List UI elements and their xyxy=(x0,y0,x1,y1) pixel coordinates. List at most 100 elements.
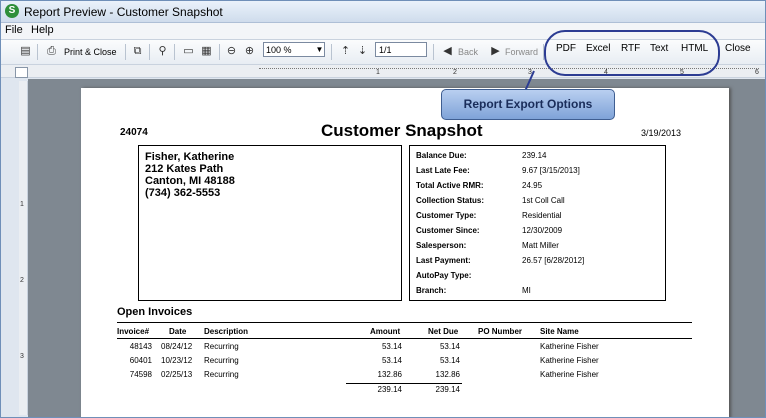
info-value: 24.95 xyxy=(522,181,543,190)
info-label: Collection Status: xyxy=(416,196,485,205)
table-cell: 132.86 xyxy=(377,370,402,379)
menu-file[interactable]: File xyxy=(5,24,23,36)
menu-help[interactable]: Help xyxy=(31,24,54,36)
table-cell: 74598 xyxy=(129,370,152,379)
table-cell: 10/23/12 xyxy=(161,356,193,365)
table-cell: 48143 xyxy=(129,342,152,351)
table-cell: 02/25/13 xyxy=(161,370,193,379)
column-header: PO Number xyxy=(478,327,523,336)
address-city: Canton, MI 48188 xyxy=(145,175,235,187)
zoom-in-icon[interactable]: ⊕ xyxy=(243,45,256,58)
print-close-button[interactable]: Print & Close xyxy=(64,45,117,59)
ruler-corner xyxy=(15,67,28,78)
forward-icon[interactable]: ▶ xyxy=(489,45,502,58)
page-number-input[interactable]: 1/1 xyxy=(375,42,427,57)
info-value: Matt Miller xyxy=(522,241,559,250)
table-cell: Recurring xyxy=(204,342,239,351)
multi-page-icon[interactable]: ▦ xyxy=(200,45,213,58)
address-street: 212 Kates Path xyxy=(145,163,224,175)
export-options-callout: Report Export Options xyxy=(441,89,615,120)
table-cell: 60401 xyxy=(129,356,152,365)
toolbar-separator xyxy=(331,44,332,60)
info-label: Total Active RMR: xyxy=(416,181,484,190)
find-binoculars-icon[interactable]: ⚲ xyxy=(156,45,169,58)
ruler-tick-label: 2 xyxy=(20,277,24,284)
back-button[interactable]: Back xyxy=(458,45,478,59)
table-cell: Recurring xyxy=(204,356,239,365)
account-info-box: Balance Due: 239.14 Last Late Fee: 9.67 … xyxy=(409,145,666,301)
info-label: Customer Since: xyxy=(416,226,480,235)
info-value: 9.67 [3/15/2013] xyxy=(522,166,580,175)
info-value: 1st Coll Call xyxy=(522,196,565,205)
section-divider xyxy=(117,322,692,323)
back-icon[interactable]: ◀ xyxy=(441,45,454,58)
app-logo-icon: S xyxy=(5,4,19,18)
ruler-tick-label: 2 xyxy=(453,69,457,76)
customer-name: Fisher, Katherine xyxy=(145,151,235,163)
printer-icon[interactable]: ⎙ xyxy=(45,45,58,58)
info-value: 12/30/2009 xyxy=(522,226,563,235)
toolbar-separator xyxy=(125,44,126,60)
previous-page-icon[interactable]: ⇡ xyxy=(339,45,352,58)
column-header: Amount xyxy=(370,327,401,336)
export-options-highlight xyxy=(544,30,720,76)
chevron-down-icon[interactable]: ▼ xyxy=(314,43,325,56)
toolbar-separator xyxy=(219,44,220,60)
table-cell: Recurring xyxy=(204,370,239,379)
address-box: Fisher, Katherine 212 Kates Path Canton,… xyxy=(138,145,402,301)
customer-id: 24074 xyxy=(120,127,148,138)
report-preview-window: S Report Preview - Customer Snapshot Fil… xyxy=(0,0,766,418)
table-cell: 08/24/12 xyxy=(161,342,193,351)
vertical-ruler: 1 2 3 xyxy=(19,81,28,415)
single-page-icon[interactable]: ▭ xyxy=(182,45,195,58)
table-cell: 53.14 xyxy=(381,356,402,365)
column-header: Net Due xyxy=(428,327,459,336)
report-title: Customer Snapshot xyxy=(321,121,483,140)
info-label: Branch: xyxy=(416,286,447,295)
table-cell: Katherine Fisher xyxy=(540,370,599,379)
table-cell: 53.14 xyxy=(381,342,402,351)
ruler-tick-label: 1 xyxy=(376,69,380,76)
close-button[interactable]: Close xyxy=(725,43,751,54)
report-date: 3/19/2013 xyxy=(641,128,682,138)
info-value: 239.14 xyxy=(522,151,547,160)
window-title: Report Preview - Customer Snapshot xyxy=(24,5,223,19)
next-page-icon[interactable]: ⇣ xyxy=(356,45,369,58)
column-header: Date xyxy=(169,327,187,336)
table-cell: 53.14 xyxy=(439,356,460,365)
table-cell: 132.86 xyxy=(435,370,460,379)
totals-divider xyxy=(346,383,462,384)
toolbar-separator xyxy=(174,44,175,60)
info-value: MI xyxy=(522,286,531,295)
info-label: Balance Due: xyxy=(416,151,467,160)
column-header: Invoice# xyxy=(117,327,150,336)
table-cell: 53.14 xyxy=(439,342,460,351)
info-label: Last Payment: xyxy=(416,256,471,265)
info-label: Customer Type: xyxy=(416,211,477,220)
ruler-tick-label: 1 xyxy=(20,201,24,208)
copy-icon[interactable]: ⧉ xyxy=(131,45,144,58)
column-header: Site Name xyxy=(540,327,579,336)
title-bar: S Report Preview - Customer Snapshot xyxy=(1,1,765,23)
toolbar-separator xyxy=(37,44,38,60)
info-value: 26.57 [6/28/2012] xyxy=(522,256,585,265)
table-cell: Katherine Fisher xyxy=(540,356,599,365)
toolbar-separator xyxy=(149,44,150,60)
ruler-tick-label: 6 xyxy=(755,69,759,76)
address-phone: (734) 362-5553 xyxy=(145,187,221,199)
zoom-out-icon[interactable]: ⊖ xyxy=(225,45,238,58)
total-amount: 239.14 xyxy=(377,385,402,394)
report-page: Customer Snapshot 24074 3/19/2013 Fisher… xyxy=(81,88,729,417)
header-divider xyxy=(117,338,692,339)
info-value: Residential xyxy=(522,211,562,220)
table-cell: Katherine Fisher xyxy=(540,342,599,351)
forward-button[interactable]: Forward xyxy=(505,45,538,59)
info-label: Salesperson: xyxy=(416,241,467,250)
open-invoices-title: Open Invoices xyxy=(117,306,193,318)
total-net-due: 239.14 xyxy=(435,385,460,394)
ruler-tick-label: 3 xyxy=(20,353,24,360)
info-label: AutoPay Type: xyxy=(416,271,472,280)
sidebar-toggle-icon[interactable]: ▤ xyxy=(19,45,32,58)
info-label: Last Late Fee: xyxy=(416,166,470,175)
toolbar-separator xyxy=(433,44,434,60)
